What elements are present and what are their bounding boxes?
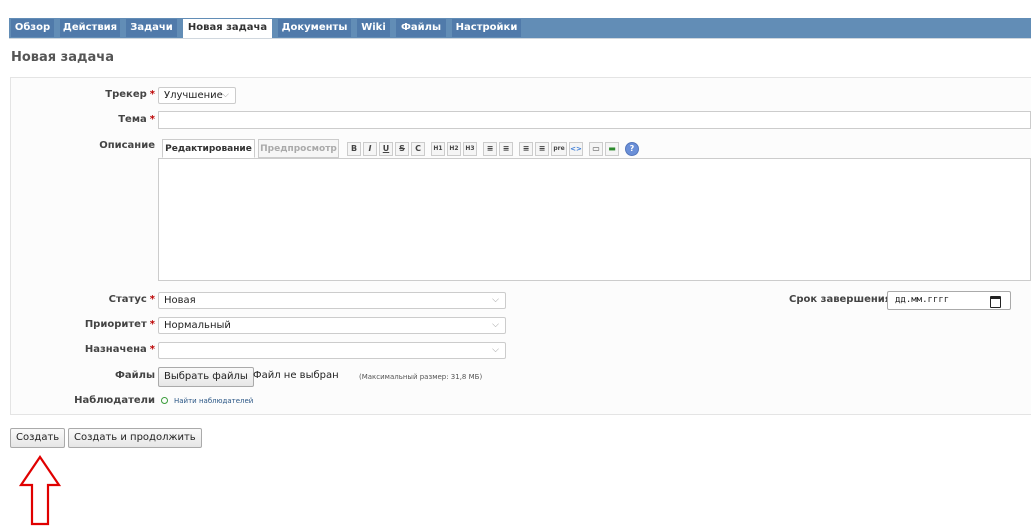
- underline-icon[interactable]: U: [379, 142, 393, 156]
- unquote-icon[interactable]: ≡: [535, 142, 549, 156]
- image-icon[interactable]: ▬: [605, 142, 619, 156]
- italic-icon[interactable]: I: [363, 142, 377, 156]
- preformatted-icon[interactable]: pre: [551, 142, 567, 156]
- code-highlight-icon[interactable]: <>: [569, 142, 583, 156]
- subject-label: Тема *: [118, 114, 155, 125]
- create-button[interactable]: Создать: [10, 428, 66, 448]
- create-continue-button[interactable]: Создать и продолжить: [68, 428, 202, 448]
- watchers-label: Наблюдатели: [74, 395, 155, 406]
- assignee-select[interactable]: ⌵: [158, 342, 506, 359]
- help-icon[interactable]: ?: [625, 142, 639, 156]
- ordered-list-icon[interactable]: ≡: [499, 142, 513, 156]
- tab-documents[interactable]: Документы: [278, 19, 351, 37]
- priority-select[interactable]: Нормальный ⌵: [158, 317, 506, 334]
- files-label: Файлы: [114, 370, 155, 381]
- tracker-select[interactable]: Улучшение ⌵: [158, 87, 236, 104]
- tab-settings[interactable]: Настройки: [452, 19, 521, 37]
- status-label: Статус *: [108, 294, 155, 305]
- tab-divider: [9, 38, 1031, 39]
- status-select[interactable]: Новая ⌵: [158, 292, 506, 309]
- add-icon: [161, 397, 168, 404]
- heading1-icon[interactable]: H1: [431, 142, 445, 156]
- editor-tab-preview[interactable]: Предпросмотр: [258, 139, 339, 158]
- tracker-label: Трекер *: [105, 89, 155, 100]
- code-inline-icon[interactable]: C: [411, 142, 425, 156]
- tab-new-issue[interactable]: Новая задача: [183, 19, 272, 39]
- page-title: Новая задача: [11, 50, 114, 65]
- heading2-icon[interactable]: H2: [447, 142, 461, 156]
- up-arrow-icon: [18, 455, 62, 526]
- tab-files[interactable]: Файлы: [396, 19, 446, 37]
- unordered-list-icon[interactable]: ≡: [483, 142, 497, 156]
- strikethrough-icon[interactable]: S: [395, 142, 409, 156]
- tab-wiki[interactable]: Wiki: [357, 19, 390, 37]
- description-label: Описание: [99, 140, 155, 151]
- tab-issues[interactable]: Задачи: [126, 19, 177, 37]
- chevron-down-icon: ⌵: [222, 90, 229, 100]
- chevron-down-icon: ⌵: [492, 295, 499, 305]
- choose-files-button[interactable]: Выбрать файлы: [158, 367, 254, 387]
- heading3-icon[interactable]: H3: [463, 142, 477, 156]
- due-date-input[interactable]: дд.мм.гггг: [887, 291, 1011, 310]
- priority-label: Приоритет *: [84, 319, 155, 330]
- calendar-icon[interactable]: [990, 296, 1001, 308]
- due-date-label: Срок завершения: [789, 294, 892, 305]
- max-size-text: (Максимальный размер: 31,8 МБ): [359, 373, 483, 381]
- chevron-down-icon: ⌵: [492, 320, 499, 330]
- no-file-text: Файл не выбран: [253, 370, 339, 381]
- project-tabs: Обзор Действия Задачи Новая задача Докум…: [0, 0, 1031, 39]
- link-icon[interactable]: ▭: [589, 142, 603, 156]
- bold-icon[interactable]: B: [347, 142, 361, 156]
- find-watchers-link[interactable]: Найти наблюдателей: [174, 397, 253, 405]
- editor-tab-edit[interactable]: Редактирование: [162, 139, 255, 158]
- description-textarea[interactable]: [158, 158, 1031, 281]
- chevron-down-icon: ⌵: [492, 345, 499, 355]
- subject-input[interactable]: [158, 111, 1031, 129]
- blockquote-icon[interactable]: ≡: [519, 142, 533, 156]
- assignee-label: Назначена *: [84, 344, 155, 355]
- tab-overview[interactable]: Обзор: [11, 19, 54, 37]
- tab-activity[interactable]: Действия: [60, 19, 120, 37]
